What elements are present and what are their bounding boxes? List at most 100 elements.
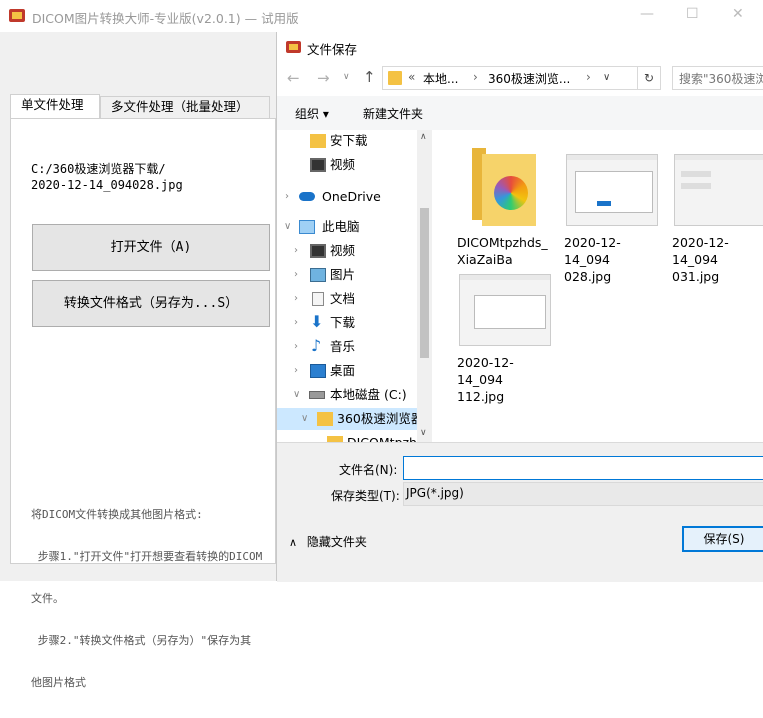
expand-chevron-icon[interactable]: › <box>294 336 298 358</box>
drive-icon <box>309 391 325 399</box>
collapse-chevron-icon[interactable]: ∨ <box>293 384 300 406</box>
nav-label: 下载 <box>330 315 356 330</box>
expand-chevron-icon[interactable]: › <box>294 312 298 334</box>
breadcrumb-prefix[interactable]: « <box>408 70 415 84</box>
nav-label: OneDrive <box>322 189 381 204</box>
nav-label: 此电脑 <box>322 219 360 234</box>
image-thumbnail <box>566 154 658 226</box>
file-name: 2020-12-14_094 <box>672 235 729 267</box>
scroll-up-icon[interactable]: ∧ <box>420 132 427 142</box>
help-text: 将DICOM文件转换成其他图片格式: 步骤1."打开文件"打开想要查看转换的DI… <box>31 480 262 718</box>
file-name: 031.jpg <box>672 269 720 284</box>
file-name: 028.jpg <box>564 269 612 284</box>
address-dropdown-icon[interactable]: ∨ <box>603 72 610 83</box>
nav-item-dicom-folder[interactable]: DICOMtpzh <box>277 432 417 442</box>
computer-icon <box>299 220 315 234</box>
nav-label: 视频 <box>330 243 356 258</box>
nav-item-desktop[interactable]: › 桌面 <box>277 360 417 382</box>
video-icon <box>310 158 326 172</box>
expand-chevron-icon[interactable]: › <box>294 264 298 286</box>
folder-icon <box>472 148 536 226</box>
forward-arrow-icon[interactable]: → <box>317 69 330 87</box>
nav-item-pictures[interactable]: › 图片 <box>277 264 417 286</box>
file-item-031[interactable]: 2020-12-14_094 031.jpg <box>672 140 763 284</box>
image-thumbnail <box>674 154 763 226</box>
single-file-panel: C:/360极速浏览器下载/ 2020-12-14_094028.jpg 打开文… <box>10 118 276 689</box>
file-name: DICOMtpzhds_ <box>457 235 548 250</box>
convert-format-button[interactable]: 转换文件格式（另存为...S） <box>32 280 270 327</box>
file-item-112[interactable]: 2020-12-14_094 112.jpg <box>457 260 557 404</box>
file-path-line1: C:/360极速浏览器下载/ <box>31 162 166 176</box>
nav-item-local-disk[interactable]: ∨ 本地磁盘 (C:) <box>277 384 417 406</box>
breadcrumb-360[interactable]: 360极速浏览... <box>488 70 570 87</box>
nav-label: DICOMtpzh <box>347 432 417 442</box>
expand-chevron-icon[interactable]: › <box>285 186 289 208</box>
dialog-title: 文件保存 <box>307 42 358 57</box>
navigation-pane: 安下载 视频 › OneDrive ∨ 此电脑 › 视频 › 图片 › 文档 ›… <box>277 130 432 442</box>
dialog-app-icon <box>286 41 301 53</box>
image-thumbnail <box>459 274 551 346</box>
help-line: 文件。 <box>31 592 64 605</box>
file-path-line2: 2020-12-14_094028.jpg <box>31 178 183 192</box>
help-line: 步骤1."打开文件"打开想要查看转换的DICOM <box>31 550 263 563</box>
file-name: 112.jpg <box>457 389 505 404</box>
picture-icon <box>310 268 326 282</box>
file-list: DICOMtpzhds_ XiaZaiBa 2020-12-14_094 028… <box>432 130 763 442</box>
dialog-toolbar: 组织 ▾ 新建文件夹 <box>277 96 763 131</box>
close-button[interactable]: ✕ <box>732 6 744 22</box>
hide-folders-toggle[interactable]: ∧ 隐藏文件夹 <box>289 533 367 550</box>
expand-chevron-icon[interactable]: › <box>294 240 298 262</box>
search-input[interactable]: 搜索"360极速浏 <box>672 66 763 90</box>
search-placeholder: 搜索"360极速浏 <box>679 72 763 86</box>
save-button[interactable]: 保存(S) <box>682 526 763 552</box>
nav-item-360-folder[interactable]: ∨ 360极速浏览器 <box>277 408 423 430</box>
help-line: 步骤2."转换文件格式（另存为）"保存为其 <box>31 634 252 647</box>
nav-item-onedrive[interactable]: › OneDrive <box>277 186 417 208</box>
scroll-down-icon[interactable]: ∨ <box>420 428 427 438</box>
refresh-button[interactable]: ↻ <box>638 66 661 90</box>
breadcrumb-local[interactable]: 本地... <box>423 70 458 87</box>
collapse-chevron-icon[interactable]: ∨ <box>301 408 308 430</box>
minimize-button[interactable]: — <box>640 6 654 22</box>
help-line: 将DICOM文件转换成其他图片格式: <box>31 508 203 521</box>
nav-item-downloads[interactable]: › ⬇ 下载 <box>277 312 417 334</box>
nav-item-videos[interactable]: › 视频 <box>277 240 417 262</box>
nav-item-this-pc[interactable]: ∨ 此电脑 <box>277 216 417 238</box>
expand-chevron-icon[interactable]: › <box>294 288 298 310</box>
nav-label: 360极速浏览器 <box>337 411 424 426</box>
tab-single-file[interactable]: 单文件处理 <box>10 94 100 118</box>
file-item-folder[interactable]: DICOMtpzhds_ XiaZaiBa <box>457 140 557 267</box>
filetype-value: JPG(*.jpg) <box>406 486 464 500</box>
help-line: 他图片格式 <box>31 676 86 689</box>
maximize-button[interactable]: ☐ <box>686 6 699 22</box>
filetype-select[interactable]: JPG(*.jpg) <box>403 482 763 506</box>
collapse-chevron-icon[interactable]: ∨ <box>284 216 291 238</box>
main-titlebar: DICOM图片转换大师-专业版(v2.0.1) — 试用版 — ☐ ✕ <box>0 0 763 32</box>
nav-item-music[interactable]: › ♪ 音乐 <box>277 336 417 358</box>
tab-multi-file[interactable]: 多文件处理（批量处理） <box>100 96 270 118</box>
nav-item-videos-quick[interactable]: 视频 <box>277 154 417 176</box>
open-file-button[interactable]: 打开文件（A) <box>32 224 270 271</box>
recent-dropdown-icon[interactable]: ∨ <box>343 72 350 82</box>
nav-item-documents[interactable]: › 文档 <box>277 288 417 310</box>
expand-chevron-icon[interactable]: › <box>294 360 298 382</box>
file-save-dialog: 文件保存 ← → ∨ ↑ « 本地... › 360极速浏览... › ∨ ↻ … <box>276 32 763 582</box>
filename-input[interactable] <box>403 456 763 480</box>
back-arrow-icon[interactable]: ← <box>287 69 300 87</box>
folder-icon <box>317 412 333 426</box>
music-note-icon: ♪ <box>311 336 322 355</box>
video-icon <box>310 244 326 258</box>
file-name: 2020-12-14_094 <box>457 355 514 387</box>
app-logo-icon <box>9 9 25 22</box>
file-item-028[interactable]: 2020-12-14_094 028.jpg <box>564 140 664 284</box>
nav-item-downloads-quick[interactable]: 安下载 <box>277 130 417 152</box>
cloud-icon <box>299 192 315 201</box>
organize-menu[interactable]: 组织 ▾ <box>295 105 329 122</box>
address-bar[interactable]: « 本地... › 360极速浏览... › ∨ <box>382 66 638 90</box>
nav-scrollbar[interactable]: ∧ ∨ <box>417 130 432 442</box>
nav-label: 本地磁盘 (C:) <box>330 387 407 402</box>
scroll-thumb[interactable] <box>420 208 429 358</box>
new-folder-button[interactable]: 新建文件夹 <box>363 105 423 122</box>
save-button-label: 保存(S) <box>703 532 745 546</box>
up-arrow-icon[interactable]: ↑ <box>363 68 376 86</box>
